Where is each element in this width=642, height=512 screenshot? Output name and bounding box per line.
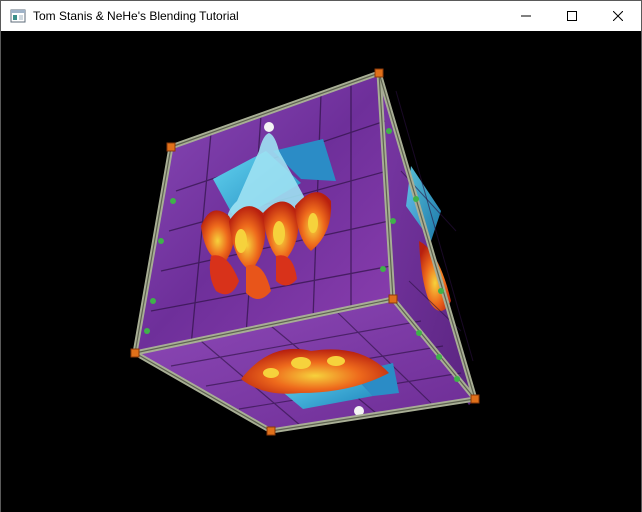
stained-glass-cube (130, 68, 480, 436)
opengl-window-icon (10, 9, 26, 23)
app-window: Tom Stanis & NeHe's Blending Tutorial (0, 0, 642, 512)
maximize-icon (567, 11, 577, 21)
window-controls (503, 1, 641, 31)
title-bar[interactable]: Tom Stanis & NeHe's Blending Tutorial (1, 1, 641, 31)
window-title: Tom Stanis & NeHe's Blending Tutorial (33, 9, 239, 23)
close-icon (613, 11, 623, 21)
minimize-button[interactable] (503, 1, 549, 31)
maximize-button[interactable] (549, 1, 595, 31)
close-button[interactable] (595, 1, 641, 31)
opengl-viewport[interactable] (1, 31, 641, 512)
minimize-icon (521, 15, 531, 17)
